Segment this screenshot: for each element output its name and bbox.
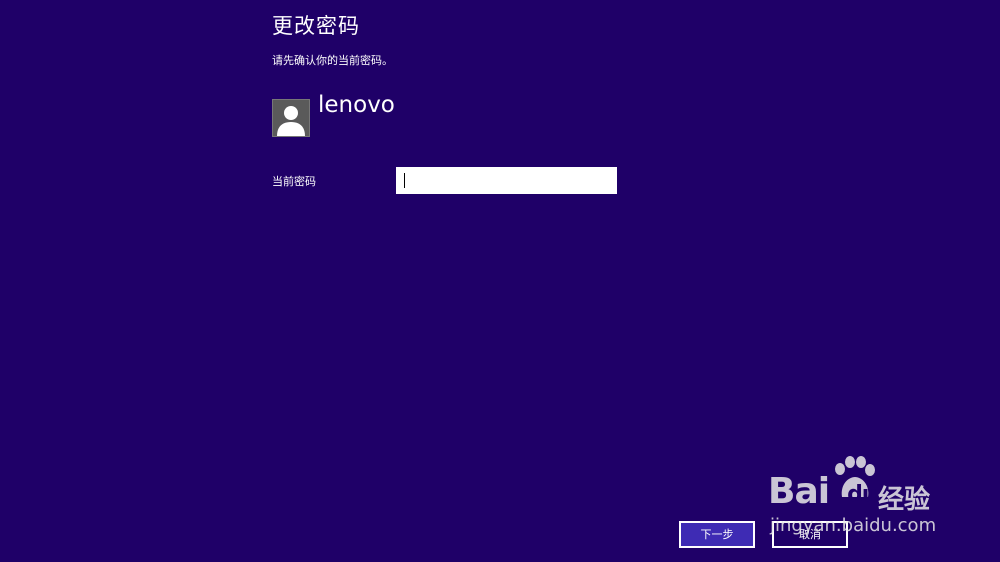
page-subtitle: 请先确认你的当前密码。: [272, 54, 393, 67]
next-button[interactable]: 下一步: [679, 521, 755, 548]
watermark-brand: Bai du: [768, 471, 878, 512]
current-password-label: 当前密码: [272, 175, 316, 188]
text-caret: [404, 173, 405, 188]
watermark-domain: jingyan.baidu.com: [770, 515, 937, 536]
baidu-jingyan-watermark: Bai du 经验 jingyan.baidu.com: [768, 455, 978, 545]
watermark-product: 经验: [878, 485, 931, 515]
account-username: lenovo: [318, 92, 395, 118]
account-info: lenovo: [272, 92, 395, 137]
current-password-input[interactable]: [396, 167, 617, 194]
user-avatar-icon: [272, 99, 310, 137]
page-title: 更改密码: [272, 14, 360, 38]
